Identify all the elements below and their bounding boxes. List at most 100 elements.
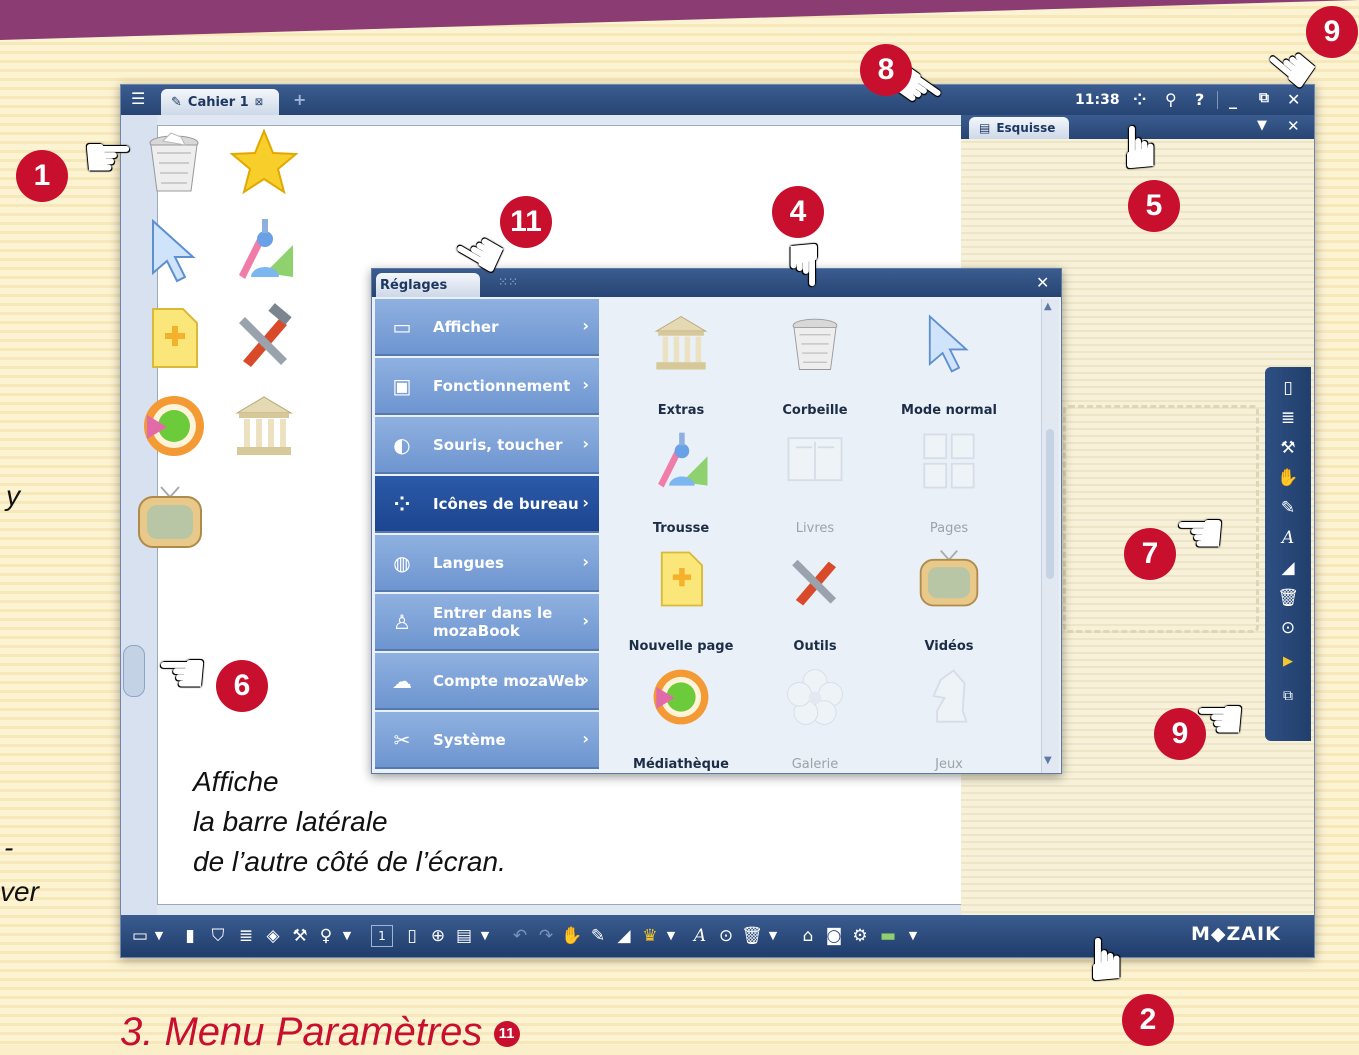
- panel-close-icon[interactable]: ✕: [1287, 117, 1300, 135]
- menu-item-langues[interactable]: ◍ Langues ›: [375, 535, 599, 592]
- page-icon[interactable]: ▤: [453, 923, 475, 949]
- settings-gear-icon[interactable]: ⚙: [849, 923, 871, 949]
- record-icon[interactable]: ⊙: [715, 923, 737, 949]
- chevron-right-icon: ›: [582, 729, 589, 748]
- sidebar-toggle-handle[interactable]: [123, 645, 145, 697]
- help-icon[interactable]: ?: [1195, 90, 1204, 109]
- item-label: Pages: [929, 521, 969, 536]
- new-page-icon[interactable]: [139, 303, 209, 373]
- menu-item-fonctionnement[interactable]: ▣ Fonctionnement ›: [375, 358, 599, 415]
- text-icon[interactable]: A: [689, 923, 711, 949]
- menu-book-icon[interactable]: ▭: [129, 923, 151, 949]
- home-icon[interactable]: ⌂: [797, 923, 819, 949]
- menu-item-afficher[interactable]: ▭ Afficher ›: [375, 299, 599, 356]
- hammer-icon[interactable]: ⚒: [1277, 437, 1299, 459]
- dropdown-icon[interactable]: ▼: [151, 923, 167, 949]
- caption-line: la barre latérale: [193, 806, 388, 837]
- menu-item-entrer-mozabook[interactable]: ♙ Entrer dans le mozaBook ›: [375, 594, 599, 651]
- delete-icon[interactable]: 🗑: [741, 923, 763, 949]
- vertical-toolbar: ▯ ≣ ⚒ ✋ ✎ A ◢ 🗑 ⊙ ▶ ⧉: [1265, 367, 1311, 741]
- pen-icon[interactable]: ✎: [587, 923, 609, 949]
- new-tab-button[interactable]: +: [293, 90, 306, 109]
- scroll-down-icon[interactable]: ▼: [1044, 755, 1052, 766]
- keyboard-grid-icon[interactable]: ⁙⁙: [498, 275, 518, 289]
- trash-icon[interactable]: [139, 127, 209, 197]
- dropdown-icon[interactable]: ▼: [663, 923, 679, 949]
- books-icon[interactable]: ▮: [179, 923, 201, 949]
- delete-icon[interactable]: 🗑: [1277, 587, 1299, 609]
- panel-dropdown-icon[interactable]: ▼: [1257, 118, 1267, 133]
- setting-item-corbeille[interactable]: Corbeille: [750, 311, 880, 429]
- setting-item-jeux[interactable]: Jeux: [884, 665, 1014, 783]
- hammer-icon[interactable]: ⚒: [289, 923, 311, 949]
- toolkit-icon[interactable]: [229, 215, 299, 285]
- crown-icon[interactable]: ♛: [639, 923, 661, 949]
- eraser-icon[interactable]: ◢: [1277, 557, 1299, 579]
- eraser-icon[interactable]: ◢: [613, 923, 635, 949]
- tools-icon: [792, 559, 837, 606]
- setting-item-extras[interactable]: Extras: [616, 311, 746, 429]
- keyboard-icon[interactable]: ▬: [875, 923, 901, 949]
- hand-icon[interactable]: ✋: [561, 923, 583, 949]
- page-number[interactable]: 1: [371, 925, 393, 947]
- callout-badge: 1: [16, 150, 68, 202]
- setting-item-videos[interactable]: Vidéos: [884, 547, 1014, 665]
- dropdown-icon[interactable]: ▼: [765, 923, 781, 949]
- callout-badge: 6: [216, 660, 268, 712]
- media-icon[interactable]: [139, 391, 209, 461]
- pen-icon: ✎: [171, 94, 182, 110]
- star-icon[interactable]: [229, 127, 299, 197]
- hand-icon[interactable]: ✋: [1277, 467, 1299, 489]
- tab-cahier-1[interactable]: ✎ Cahier 1 ⊠: [161, 89, 279, 115]
- setting-item-trousse[interactable]: Trousse: [616, 429, 746, 547]
- esquisse-tab[interactable]: ▤ Esquisse: [969, 117, 1069, 139]
- tab-close-icon[interactable]: ⊠: [255, 97, 263, 108]
- cloud-user-icon: ☁: [392, 669, 412, 693]
- text-icon[interactable]: A: [1277, 527, 1299, 549]
- setting-item-galerie[interactable]: Galerie: [750, 665, 880, 783]
- setting-item-nouvelle-page[interactable]: Nouvelle page: [616, 547, 746, 665]
- menu-item-systeme[interactable]: ✂ Système ›: [375, 712, 599, 769]
- dropdown-icon[interactable]: ▼: [477, 923, 493, 949]
- search-icon[interactable]: ⚲: [1165, 90, 1177, 109]
- museum-icon[interactable]: [229, 391, 299, 461]
- dialog-close-icon[interactable]: ✕: [1036, 273, 1049, 292]
- record-icon[interactable]: ⊙: [1277, 617, 1299, 639]
- camera-icon[interactable]: ◙: [823, 923, 845, 949]
- menu-item-icones-de-bureau[interactable]: ⁘ Icônes de bureau ›: [375, 476, 599, 533]
- tv-icon[interactable]: [135, 483, 205, 553]
- add-page-icon[interactable]: ▯: [1277, 377, 1299, 399]
- page-list-icon[interactable]: ≣: [1277, 407, 1299, 429]
- menu-item-compte-mozaweb[interactable]: ☁ Compte mozaWeb ›: [375, 653, 599, 710]
- settings-scrollbar[interactable]: ▲ ▼: [1041, 299, 1059, 773]
- setting-item-pages[interactable]: Pages: [884, 429, 1014, 547]
- pointer-icon[interactable]: [139, 215, 209, 285]
- menu-item-souris[interactable]: ◐ Souris, toucher ›: [375, 417, 599, 474]
- setting-item-mediatheque[interactable]: Médiathèque: [616, 665, 746, 783]
- pen-icon[interactable]: ✎: [1277, 497, 1299, 519]
- apps-icon[interactable]: ⁘: [1133, 90, 1146, 109]
- add-page-icon[interactable]: ▯: [401, 923, 423, 949]
- hamburger-menu-icon[interactable]: ☰: [131, 89, 145, 108]
- cap-icon[interactable]: ⛉: [207, 923, 229, 949]
- zoom-icon[interactable]: ⊕: [427, 923, 449, 949]
- undo-icon[interactable]: ↶: [509, 923, 531, 949]
- drop-zone[interactable]: [1063, 405, 1259, 633]
- dropdown-icon[interactable]: ▼: [339, 923, 355, 949]
- scroll-up-icon[interactable]: ▲: [1044, 301, 1052, 312]
- minimize-icon[interactable]: _: [1229, 90, 1237, 109]
- dropdown-icon[interactable]: ▼: [905, 923, 921, 949]
- setting-item-mode-normal[interactable]: Mode normal: [884, 311, 1014, 429]
- detach-toolbar-icon[interactable]: ⧉: [1277, 685, 1299, 707]
- tab-title: Cahier 1: [187, 94, 249, 110]
- setting-item-livres[interactable]: Livres: [750, 429, 880, 547]
- detach-icon[interactable]: ⧉: [1259, 90, 1269, 106]
- tools-icon[interactable]: [229, 303, 299, 373]
- scrollbar-thumb[interactable]: [1046, 429, 1054, 579]
- setting-item-outils[interactable]: Outils: [750, 547, 880, 665]
- bulb-icon[interactable]: ♀: [315, 923, 337, 949]
- edit-page-icon[interactable]: ≣: [235, 923, 257, 949]
- redo-icon[interactable]: ↷: [535, 923, 557, 949]
- expand-icon[interactable]: ▶: [1277, 651, 1299, 673]
- shapes-icon[interactable]: ◈: [261, 923, 285, 949]
